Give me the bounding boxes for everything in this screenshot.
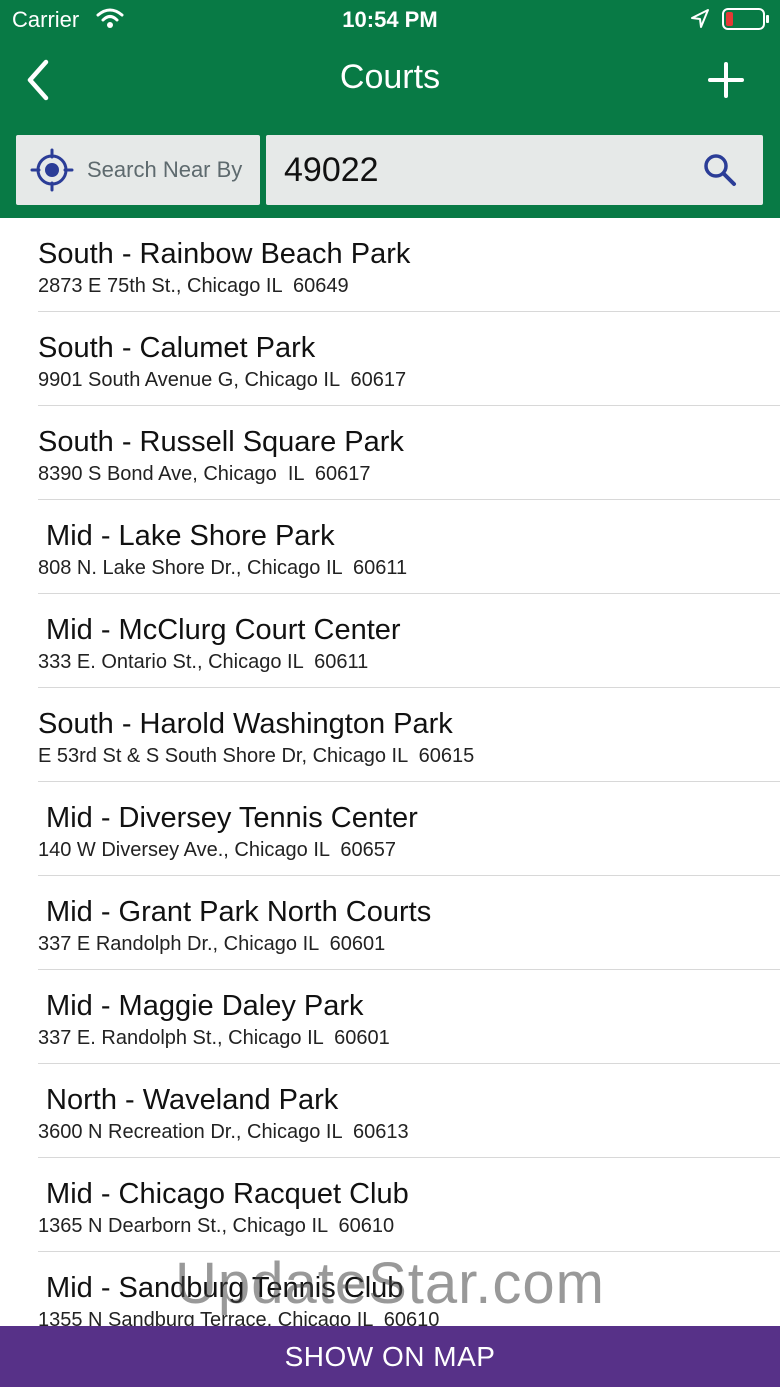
court-name: South - Russell Square Park <box>38 426 404 458</box>
court-name: Mid - Chicago Racquet Club <box>38 1178 409 1210</box>
court-address: 3600 N Recreation Dr., Chicago IL 60613 <box>38 1121 409 1143</box>
search-area: Search Near By <box>0 120 780 218</box>
court-list: South - Rainbow Beach Park 2873 E 75th S… <box>0 218 780 1326</box>
status-bar: Carrier 10:54 PM <box>0 0 780 40</box>
court-row[interactable]: Mid - Maggie Daley Park 337 E. Randolph … <box>0 970 780 1064</box>
court-row[interactable]: Mid - Grant Park North Courts 337 E Rand… <box>0 876 780 970</box>
show-on-map-button[interactable]: SHOW ON MAP <box>0 1326 780 1387</box>
court-name: South - Calumet Park <box>38 332 316 364</box>
court-row[interactable]: South - Calumet Park 9901 South Avenue G… <box>0 312 780 406</box>
court-row[interactable]: Mid - McClurg Court Center 333 E. Ontari… <box>0 594 780 688</box>
court-address: E 53rd St & S South Shore Dr, Chicago IL… <box>38 745 475 767</box>
court-name: Mid - Grant Park North Courts <box>38 896 432 928</box>
location-arrow-icon <box>691 9 709 28</box>
court-row[interactable]: North - Waveland Park 3600 N Recreation … <box>0 1064 780 1158</box>
crosshair-icon <box>30 148 74 192</box>
court-name: Mid - McClurg Court Center <box>38 614 401 646</box>
court-address: 1365 N Dearborn St., Chicago IL 60610 <box>38 1215 395 1237</box>
court-row[interactable]: Mid - Lake Shore Park 808 N. Lake Shore … <box>0 500 780 594</box>
status-time: 10:54 PM <box>342 7 438 32</box>
court-name: South - Harold Washington Park <box>38 708 453 740</box>
court-name: South - Rainbow Beach Park <box>38 238 411 270</box>
search-input[interactable] <box>284 144 684 196</box>
search-box <box>266 135 763 205</box>
court-name: Mid - Maggie Daley Park <box>38 990 364 1022</box>
court-name: North - Waveland Park <box>38 1084 339 1116</box>
court-name: Mid - Diversey Tennis Center <box>38 802 418 834</box>
search-near-by-button[interactable]: Search Near By <box>16 135 260 205</box>
court-name: Mid - Lake Shore Park <box>38 520 335 552</box>
navigation-bar: Courts <box>0 40 780 120</box>
add-icon[interactable] <box>698 52 754 108</box>
court-row[interactable]: South - Rainbow Beach Park 2873 E 75th S… <box>0 218 780 312</box>
court-row[interactable]: South - Russell Square Park 8390 S Bond … <box>0 406 780 500</box>
court-row[interactable]: Mid - Chicago Racquet Club 1365 N Dearbo… <box>0 1158 780 1252</box>
court-address: 337 E Randolph Dr., Chicago IL 60601 <box>38 933 386 955</box>
court-address: 333 E. Ontario St., Chicago IL 60611 <box>38 651 369 673</box>
page-title: Courts <box>339 58 441 96</box>
court-row[interactable]: South - Harold Washington Park E 53rd St… <box>0 688 780 782</box>
court-address: 9901 South Avenue G, Chicago IL 60617 <box>38 369 407 391</box>
court-address: 2873 E 75th St., Chicago IL 60649 <box>38 275 349 297</box>
court-address: 8390 S Bond Ave, Chicago IL 60617 <box>38 463 371 485</box>
battery-icon <box>722 8 769 30</box>
court-address: 337 E. Randolph St., Chicago IL 60601 <box>38 1027 390 1049</box>
court-row[interactable]: Mid - Sandburg Tennis Club 1355 N Sandbu… <box>0 1252 780 1326</box>
court-address: 140 W Diversey Ave., Chicago IL 60657 <box>38 839 396 861</box>
court-name: Mid - Sandburg Tennis Club <box>38 1272 404 1304</box>
court-row[interactable]: Mid - Diversey Tennis Center 140 W Diver… <box>0 782 780 876</box>
search-icon[interactable] <box>702 152 738 188</box>
court-address: 808 N. Lake Shore Dr., Chicago IL 60611 <box>38 557 408 579</box>
search-near-by-label: Search Near By <box>87 157 243 182</box>
court-address: 1355 N Sandburg Terrace, Chicago IL 6061… <box>38 1309 440 1326</box>
